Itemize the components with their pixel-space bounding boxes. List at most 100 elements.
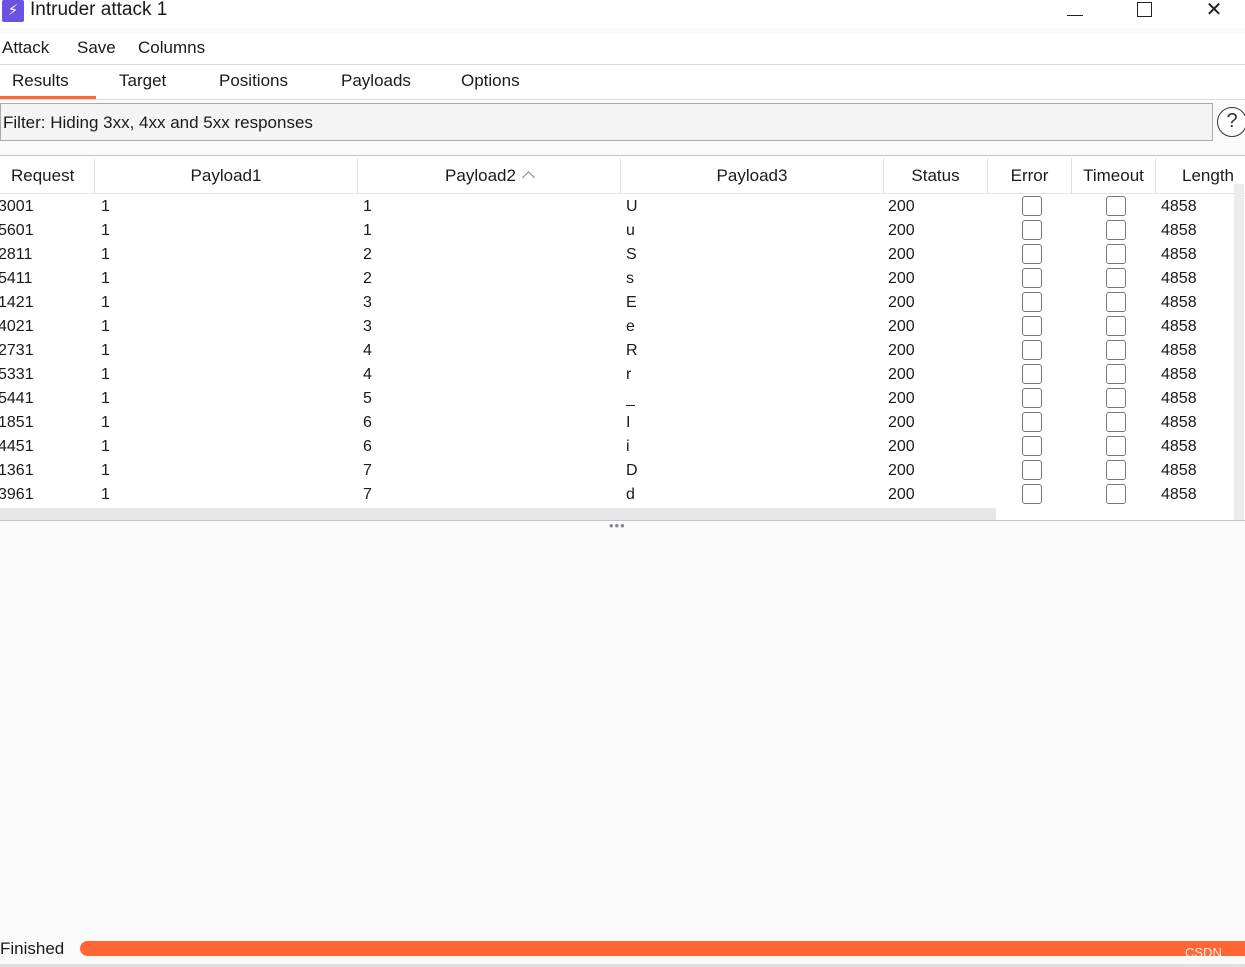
cell-length: 4858 <box>1161 390 1197 407</box>
table-row[interactable]: 2811 1 2 S 200 4858 <box>0 243 1245 267</box>
cell-status: 200 <box>888 270 915 287</box>
timeout-checkbox[interactable] <box>1106 292 1126 312</box>
table-header: Request Payload1 Payload2 Payload3 Statu… <box>0 158 1245 194</box>
column-label: Status <box>911 166 960 185</box>
table-row[interactable]: 5441 1 5 _ 200 4858 <box>0 387 1245 411</box>
column-header-payload1[interactable]: Payload1 <box>95 158 358 194</box>
cell-payload3: u <box>626 222 635 239</box>
horizontal-scrollbar[interactable] <box>0 508 996 520</box>
menu-save[interactable]: Save <box>77 38 116 58</box>
minimize-icon <box>1067 15 1083 16</box>
error-checkbox[interactable] <box>1022 388 1042 408</box>
timeout-checkbox[interactable] <box>1106 412 1126 432</box>
column-header-status[interactable]: Status <box>884 158 988 194</box>
table-row[interactable]: 1361 1 7 D 200 4858 <box>0 459 1245 483</box>
cell-length: 4858 <box>1161 198 1197 215</box>
table-row[interactable]: 1851 1 6 I 200 4858 <box>0 411 1245 435</box>
timeout-checkbox[interactable] <box>1106 364 1126 384</box>
cell-payload1: 1 <box>101 486 110 503</box>
error-checkbox[interactable] <box>1022 436 1042 456</box>
title-bar: ⚡ Intruder attack 1 ✕ <box>0 0 1245 28</box>
table-row[interactable]: 4451 1 6 i 200 4858 <box>0 435 1245 459</box>
table-row[interactable]: 4021 1 3 e 200 4858 <box>0 315 1245 339</box>
cell-request: 2811 <box>0 246 33 263</box>
column-header-request[interactable]: Request <box>0 158 95 194</box>
menu-columns[interactable]: Columns <box>138 38 205 58</box>
close-button[interactable]: ✕ <box>1184 0 1244 22</box>
cell-status: 200 <box>888 318 915 335</box>
cell-request: 1421 <box>0 294 34 311</box>
cell-status: 200 <box>888 222 915 239</box>
error-checkbox[interactable] <box>1022 412 1042 432</box>
active-tab-indicator <box>0 96 96 99</box>
timeout-checkbox[interactable] <box>1106 388 1126 408</box>
error-checkbox[interactable] <box>1022 340 1042 360</box>
error-checkbox[interactable] <box>1022 196 1042 216</box>
timeout-checkbox[interactable] <box>1106 220 1126 240</box>
table-row[interactable]: 2731 1 4 R 200 4858 <box>0 339 1245 363</box>
vertical-scrollbar[interactable] <box>1234 184 1244 520</box>
table-row[interactable]: 1421 1 3 E 200 4858 <box>0 291 1245 315</box>
maximize-button[interactable] <box>1114 0 1174 22</box>
cell-request: 3001 <box>0 198 34 215</box>
cell-request: 3961 <box>0 486 34 503</box>
error-checkbox[interactable] <box>1022 364 1042 384</box>
table-row[interactable]: 5601 1 1 u 200 4858 <box>0 219 1245 243</box>
cell-length: 4858 <box>1161 342 1197 359</box>
tab-target[interactable]: Target <box>119 71 166 91</box>
tab-results[interactable]: Results <box>12 71 69 91</box>
cell-payload2: 3 <box>363 318 372 335</box>
cell-payload3: e <box>626 318 635 335</box>
menu-bar: Attack Save Columns <box>0 34 1245 64</box>
timeout-checkbox[interactable] <box>1106 268 1126 288</box>
results-table: Request Payload1 Payload2 Payload3 Statu… <box>0 155 1245 521</box>
menu-attack[interactable]: Attack <box>2 38 49 58</box>
tab-positions[interactable]: Positions <box>219 71 288 91</box>
cell-payload1: 1 <box>101 318 110 335</box>
error-checkbox[interactable] <box>1022 244 1042 264</box>
cell-payload3: R <box>626 342 638 359</box>
column-header-error[interactable]: Error <box>988 158 1072 194</box>
column-header-payload2[interactable]: Payload2 <box>358 158 621 194</box>
timeout-checkbox[interactable] <box>1106 340 1126 360</box>
timeout-checkbox[interactable] <box>1106 484 1126 504</box>
error-checkbox[interactable] <box>1022 220 1042 240</box>
column-header-timeout[interactable]: Timeout <box>1072 158 1156 194</box>
tab-options[interactable]: Options <box>461 71 520 91</box>
splitter-handle[interactable]: ••• <box>609 519 626 532</box>
response-pane <box>0 532 1245 932</box>
timeout-checkbox[interactable] <box>1106 196 1126 216</box>
maximize-icon <box>1136 2 1152 17</box>
error-checkbox[interactable] <box>1022 268 1042 288</box>
table-row[interactable]: 3961 1 7 d 200 4858 <box>0 483 1245 507</box>
column-header-payload3[interactable]: Payload3 <box>621 158 884 194</box>
error-checkbox[interactable] <box>1022 484 1042 504</box>
cell-request: 5331 <box>0 366 34 383</box>
cell-payload2: 1 <box>363 222 372 239</box>
cell-payload1: 1 <box>101 342 110 359</box>
timeout-checkbox[interactable] <box>1106 244 1126 264</box>
table-row[interactable]: 3001 1 1 U 200 4858 <box>0 195 1245 219</box>
table-row[interactable]: 5331 1 4 r 200 4858 <box>0 363 1245 387</box>
timeout-checkbox[interactable] <box>1106 316 1126 336</box>
column-header-length[interactable]: Length <box>1156 158 1234 194</box>
cell-payload2: 3 <box>363 294 372 311</box>
cell-payload3: i <box>626 438 630 455</box>
tab-payloads[interactable]: Payloads <box>341 71 411 91</box>
timeout-checkbox[interactable] <box>1106 460 1126 480</box>
cell-status: 200 <box>888 342 915 359</box>
filter-bar[interactable]: Filter: Hiding 3xx, 4xx and 5xx response… <box>0 103 1213 141</box>
error-checkbox[interactable] <box>1022 460 1042 480</box>
cell-status: 200 <box>888 366 915 383</box>
error-checkbox[interactable] <box>1022 292 1042 312</box>
cell-status: 200 <box>888 438 915 455</box>
error-checkbox[interactable] <box>1022 316 1042 336</box>
timeout-checkbox[interactable] <box>1106 436 1126 456</box>
table-row[interactable]: 5411 1 2 s 200 4858 <box>0 267 1245 291</box>
help-icon[interactable]: ? <box>1217 107 1245 137</box>
minimize-button[interactable] <box>1045 0 1105 22</box>
cell-length: 4858 <box>1161 438 1197 455</box>
cell-length: 4858 <box>1161 294 1197 311</box>
cell-length: 4858 <box>1161 246 1197 263</box>
window-title: Intruder attack 1 <box>30 0 168 20</box>
